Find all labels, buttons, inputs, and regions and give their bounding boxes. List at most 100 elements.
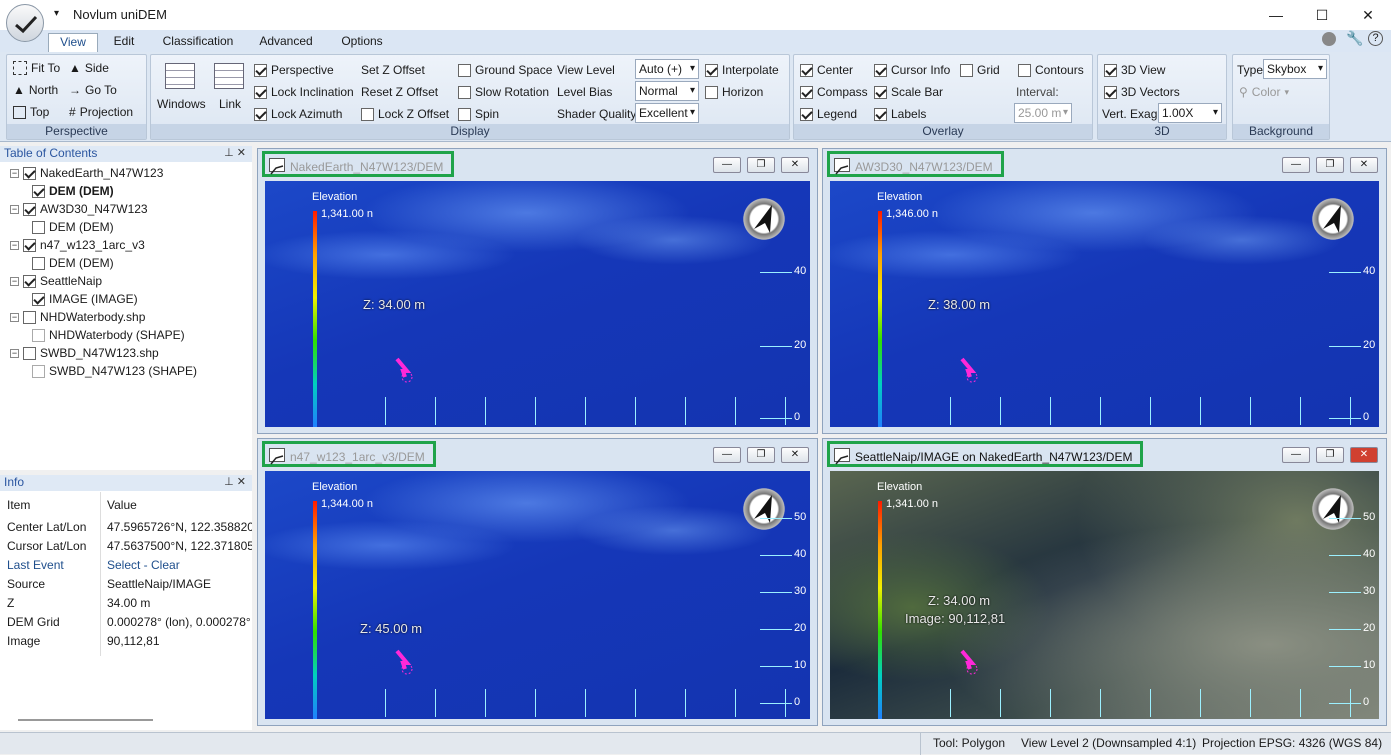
- link-button[interactable]: Link: [219, 97, 241, 111]
- interval-input[interactable]: 25.00 m: [1014, 103, 1072, 123]
- color-button[interactable]: ⚲ Color ▾: [1239, 85, 1289, 99]
- expand-collapse-icon[interactable]: −: [10, 204, 19, 214]
- map-view-window[interactable]: n47_w123_1arc_v3/DEM — ❐ ✕ Elevation 1,344.00…: [257, 438, 818, 726]
- checkbox[interactable]: [458, 63, 471, 77]
- tab-options[interactable]: Options: [332, 33, 392, 52]
- horizontal-scrollbar[interactable]: [18, 719, 153, 721]
- view-restore-button[interactable]: ❐: [1316, 447, 1344, 463]
- top-button[interactable]: Top: [13, 105, 49, 119]
- spin-checkbox[interactable]: Spin: [458, 107, 499, 121]
- toc-layer-item[interactable]: − n47_w123_1arc_v3: [10, 238, 145, 252]
- cursor-info-checkbox[interactable]: Cursor Info: [874, 63, 950, 77]
- 3d-vectors-checkbox[interactable]: 3D Vectors: [1104, 85, 1180, 99]
- view-minimize-button[interactable]: —: [1282, 157, 1310, 173]
- expand-collapse-icon[interactable]: −: [10, 168, 19, 178]
- slow-rotation-checkbox[interactable]: Slow Rotation: [458, 85, 549, 99]
- checkbox[interactable]: [254, 107, 267, 121]
- pin-close-icons[interactable]: ⊥ ✕: [224, 475, 246, 490]
- map-view-window[interactable]: NakedEarth_N47W123/DEM — ❐ ✕ Elevation 1,341.…: [257, 148, 818, 434]
- tab-view[interactable]: View: [48, 33, 98, 52]
- toc-layer-item[interactable]: − NHDWaterbody.shp: [10, 310, 145, 324]
- close-button[interactable]: ✕: [1345, 0, 1391, 30]
- checkbox[interactable]: [1104, 85, 1117, 99]
- shader-quality-select[interactable]: Excellent: [635, 103, 699, 123]
- terrain-canvas[interactable]: Elevation 1,341.00 n Z: 34.00 m 40 20 0: [265, 181, 810, 427]
- contours-checkbox[interactable]: Contours: [1018, 63, 1084, 77]
- quick-access-dropdown-icon[interactable]: ▾: [54, 8, 59, 19]
- compass-icon[interactable]: [1309, 485, 1357, 533]
- checkbox[interactable]: [458, 107, 471, 121]
- toc-layer-item[interactable]: − AW3D30_N47W123: [10, 202, 148, 216]
- perspective-checkbox[interactable]: Perspective: [254, 63, 334, 77]
- checkbox[interactable]: [800, 85, 813, 99]
- info-value[interactable]: Select - Clear: [107, 558, 252, 572]
- view-minimize-button[interactable]: —: [713, 447, 741, 463]
- ground-space-checkbox[interactable]: Ground Space: [458, 63, 552, 77]
- compass-checkbox[interactable]: Compass: [800, 85, 868, 99]
- grid-checkbox[interactable]: Grid: [960, 63, 1000, 77]
- toc-layer-item[interactable]: − SWBD_N47W123.shp: [10, 346, 159, 360]
- view-close-button[interactable]: ✕: [781, 157, 809, 173]
- go-to-button[interactable]: → Go To: [69, 83, 117, 97]
- checkbox[interactable]: [32, 364, 45, 378]
- minimize-button[interactable]: —: [1253, 0, 1299, 30]
- view-close-button[interactable]: ✕: [781, 447, 809, 463]
- level-bias-select[interactable]: Normal: [635, 81, 699, 101]
- checkbox[interactable]: [874, 85, 887, 99]
- maximize-button[interactable]: ☐: [1299, 0, 1345, 30]
- checkbox[interactable]: [254, 63, 267, 77]
- legend-checkbox[interactable]: Legend: [800, 107, 857, 121]
- background-type-select[interactable]: Skybox: [1263, 59, 1327, 79]
- toc-sublayer-item[interactable]: NHDWaterbody (SHAPE): [32, 328, 185, 342]
- checkbox[interactable]: [874, 107, 887, 121]
- checkbox[interactable]: [32, 256, 45, 270]
- tab-advanced[interactable]: Advanced: [252, 33, 320, 52]
- checkbox[interactable]: [1104, 63, 1117, 77]
- checkbox[interactable]: [800, 107, 813, 121]
- terrain-canvas[interactable]: Elevation 1,341.00 n Z: 34.00 m Image: 90,1…: [830, 471, 1379, 719]
- map-view-window[interactable]: SeattleNaip/IMAGE on NakedEarth_N47W123/…: [822, 438, 1387, 726]
- north-button[interactable]: ▲ North: [13, 83, 58, 97]
- toc-sublayer-item[interactable]: IMAGE (IMAGE): [32, 292, 138, 306]
- expand-collapse-icon[interactable]: −: [10, 312, 19, 322]
- app-logo-icon[interactable]: [6, 4, 44, 42]
- tab-edit[interactable]: Edit: [104, 33, 144, 52]
- view-level-select[interactable]: Auto (+): [635, 59, 699, 79]
- toc-sublayer-item[interactable]: SWBD_N47W123 (SHAPE): [32, 364, 197, 378]
- compass-icon[interactable]: [740, 485, 788, 533]
- theme-circle-icon[interactable]: [1322, 32, 1336, 46]
- checkbox[interactable]: [32, 220, 45, 234]
- checkbox[interactable]: [458, 85, 471, 99]
- checkbox[interactable]: [23, 310, 36, 324]
- projection-button[interactable]: # Projection: [69, 105, 133, 119]
- toc-layer-item[interactable]: − SeattleNaip: [10, 274, 102, 288]
- checkbox[interactable]: [23, 274, 36, 288]
- checkbox[interactable]: [23, 346, 36, 360]
- expand-collapse-icon[interactable]: −: [10, 348, 19, 358]
- checkbox[interactable]: [23, 166, 36, 180]
- view-close-button[interactable]: ✕: [1350, 447, 1378, 463]
- checkbox[interactable]: [32, 184, 45, 198]
- lock-inclination-checkbox[interactable]: Lock Inclination: [254, 85, 354, 99]
- expand-collapse-icon[interactable]: −: [10, 276, 19, 286]
- checkbox[interactable]: [254, 85, 267, 99]
- lock-azimuth-checkbox[interactable]: Lock Azimuth: [254, 107, 342, 121]
- view-minimize-button[interactable]: —: [1282, 447, 1310, 463]
- lock-z-offset-checkbox[interactable]: Lock Z Offset: [361, 107, 449, 121]
- windows-button[interactable]: Windows: [157, 97, 206, 111]
- interpolate-checkbox[interactable]: Interpolate: [705, 63, 779, 77]
- labels-checkbox[interactable]: Labels: [874, 107, 926, 121]
- tab-classification[interactable]: Classification: [156, 33, 240, 52]
- checkbox[interactable]: [960, 63, 973, 77]
- checkbox[interactable]: [800, 63, 813, 77]
- checkbox[interactable]: [23, 238, 36, 252]
- fit-to-button[interactable]: Fit To: [13, 61, 60, 75]
- wrench-icon[interactable]: 🔧: [1346, 30, 1363, 47]
- terrain-canvas[interactable]: Elevation 1,346.00 n Z: 38.00 m 40 20 0: [830, 181, 1379, 427]
- view-restore-button[interactable]: ❐: [747, 447, 775, 463]
- toc-layer-item[interactable]: − NakedEarth_N47W123: [10, 166, 163, 180]
- checkbox[interactable]: [874, 63, 887, 77]
- reset-z-offset-button[interactable]: Reset Z Offset: [361, 85, 438, 99]
- checkbox[interactable]: [1018, 63, 1031, 77]
- toc-sublayer-item[interactable]: DEM (DEM): [32, 220, 114, 234]
